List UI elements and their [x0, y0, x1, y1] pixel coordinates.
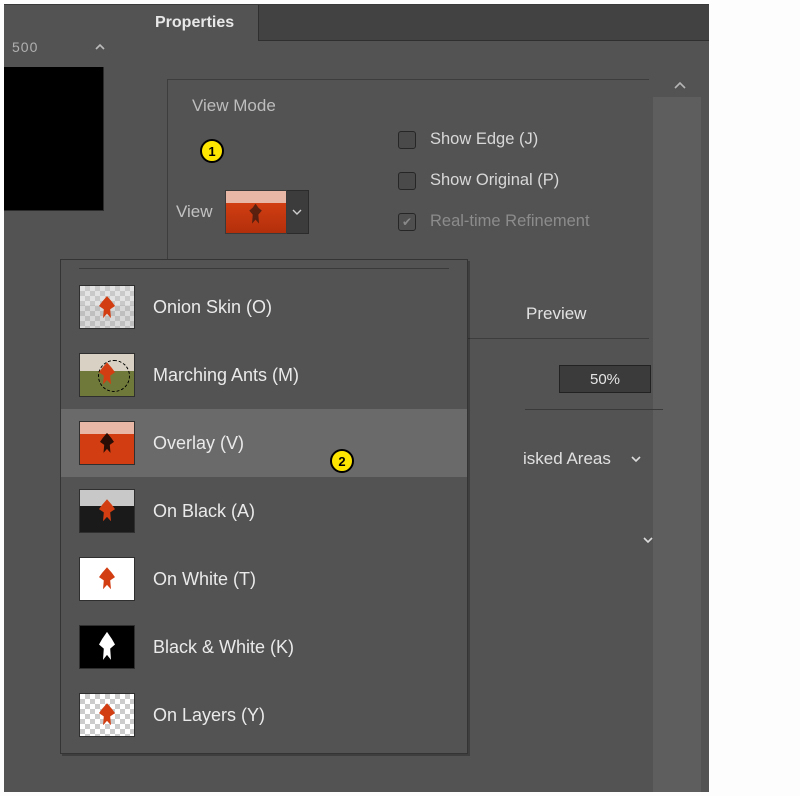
scroll-up-icon[interactable] [665, 77, 695, 93]
check-realtime-refinement: ✔ Real-time Refinement [398, 212, 590, 231]
indicate-dropdown[interactable]: isked Areas [523, 449, 645, 469]
divider [525, 409, 663, 410]
check-show-edge[interactable]: Show Edge (J) [398, 130, 590, 149]
checkbox-icon: ✔ [398, 213, 416, 231]
opacity-value-input[interactable]: 50% [559, 365, 651, 393]
tab-properties[interactable]: Properties [131, 5, 259, 41]
annotation-badge-2: 2 [330, 449, 354, 473]
menu-item-label: On White (T) [153, 569, 256, 590]
check-label: Real-time Refinement [430, 212, 590, 231]
menu-item-label: Marching Ants (M) [153, 365, 299, 386]
view-mode-title: View Mode [192, 96, 631, 116]
menu-item-marching-ants[interactable]: Marching Ants (M) [61, 341, 467, 409]
menu-item-label: On Layers (Y) [153, 705, 265, 726]
thumbnail-on-black-icon [79, 489, 135, 533]
check-show-original[interactable]: Show Original (P) [398, 171, 590, 190]
scroll-track[interactable] [653, 97, 701, 792]
checkmark-icon: ✔ [402, 216, 412, 228]
thumbnail-black-white-icon [79, 625, 135, 669]
view-thumbnail-overlay [225, 190, 287, 234]
menu-item-on-black[interactable]: On Black (A) [61, 477, 467, 545]
thumbnail-marching-ants-icon [79, 353, 135, 397]
menu-item-label: Black & White (K) [153, 637, 294, 658]
chevron-down-icon[interactable] [287, 190, 309, 234]
thumbnail-onion-skin-icon [79, 285, 135, 329]
chevron-down-icon[interactable] [627, 450, 645, 468]
menu-item-on-white[interactable]: On White (T) [61, 545, 467, 613]
menu-item-label: Overlay (V) [153, 433, 244, 454]
app-window: 500 Properties View Mode View [4, 4, 709, 792]
menu-item-onion-skin[interactable]: Onion Skin (O) [61, 273, 467, 341]
chevron-down-icon[interactable] [639, 531, 657, 549]
canvas-edge [4, 67, 104, 211]
ruler-value: 500 [6, 35, 44, 59]
view-mode-checks: Show Edge (J) Show Original (P) ✔ Real-t… [398, 130, 590, 231]
preview-label: Preview [526, 304, 586, 324]
annotation-badge-1: 1 [200, 139, 224, 163]
divider [79, 268, 449, 269]
menu-item-black-white[interactable]: Black & White (K) [61, 613, 467, 681]
check-label: Show Edge (J) [430, 130, 538, 149]
view-dropdown[interactable] [225, 190, 309, 234]
view-mode-menu: Onion Skin (O) Marching Ants (M) Overlay… [60, 259, 468, 754]
menu-item-on-layers[interactable]: On Layers (Y) [61, 681, 467, 749]
indicate-label-fragment: isked Areas [523, 449, 611, 469]
menu-item-label: On Black (A) [153, 501, 255, 522]
panel-tab-strip: Properties [131, 5, 709, 41]
thumbnail-overlay-icon [79, 421, 135, 465]
panel-collapse-chevron-icon[interactable] [90, 37, 110, 57]
menu-item-label: Onion Skin (O) [153, 297, 272, 318]
check-label: Show Original (P) [430, 171, 559, 190]
checkbox-icon[interactable] [398, 131, 416, 149]
menu-item-overlay[interactable]: Overlay (V) [61, 409, 467, 477]
view-selector-row: View [176, 190, 309, 234]
thumbnail-on-white-icon [79, 557, 135, 601]
checkbox-icon[interactable] [398, 172, 416, 190]
view-label: View [176, 202, 213, 222]
tab-label: Properties [155, 14, 234, 32]
thumbnail-on-layers-icon [79, 693, 135, 737]
